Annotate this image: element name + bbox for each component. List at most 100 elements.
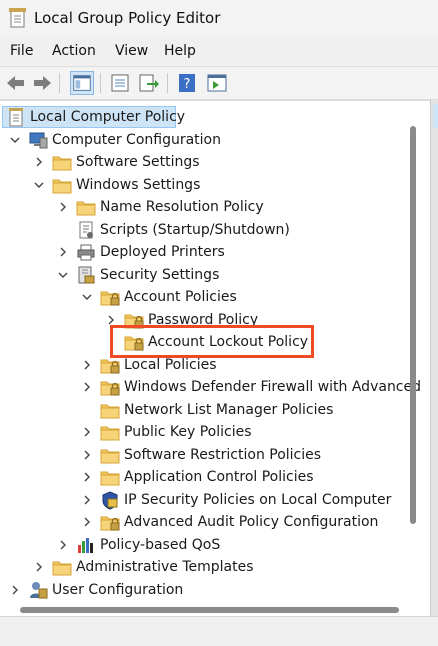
locked-folder-icon — [100, 516, 120, 531]
tree-node-account-lockout-policy[interactable]: Account Lockout Policy — [0, 331, 410, 353]
tree-node-label: Windows Settings — [76, 177, 201, 193]
tree-node-computer-configuration[interactable]: Computer Configuration — [0, 129, 410, 151]
tree-node-label: Policy-based QoS — [100, 537, 221, 553]
tree-node-label: Public Key Policies — [124, 424, 252, 440]
tree-node-local-policies[interactable]: Local Policies — [0, 354, 410, 376]
tree-node-label: Windows Defender Firewall with Advanced — [124, 379, 422, 395]
show-hide-console-tree-icon[interactable] — [70, 71, 94, 95]
forward-arrow-icon[interactable] — [30, 71, 54, 95]
printer-icon — [77, 244, 95, 261]
scripts-icon — [79, 221, 93, 239]
tree-node-application-control-policies[interactable]: Application Control Policies — [0, 466, 410, 488]
tree-node-label: Password Policy — [148, 312, 259, 328]
properties-icon[interactable] — [108, 71, 132, 95]
tree-node-public-key-policies[interactable]: Public Key Policies — [0, 421, 410, 443]
menu-help[interactable]: Help — [164, 43, 196, 59]
tree-node-label: Local Policies — [124, 357, 217, 373]
toolbar-separator — [167, 73, 168, 93]
chevron-right-icon[interactable] — [104, 313, 118, 327]
tree-node-local-computer-policy[interactable]: Local Computer Policy — [0, 106, 410, 128]
tree-node-ip-security-policies-on-local-computer[interactable]: IP Security Policies on Local Computer — [0, 489, 410, 511]
tree-node-label: Name Resolution Policy — [100, 199, 264, 215]
tree-node-account-policies[interactable]: Account Policies — [0, 286, 410, 308]
chevron-right-icon[interactable] — [32, 155, 46, 169]
chevron-right-icon[interactable] — [56, 200, 70, 214]
folder-icon — [52, 179, 72, 194]
menu-view[interactable]: View — [115, 43, 148, 59]
tree-node-security-settings[interactable]: Security Settings — [0, 264, 410, 286]
chevron-down-icon[interactable] — [80, 290, 94, 304]
chevron-right-icon[interactable] — [80, 515, 94, 529]
bar-chart-icon — [78, 538, 93, 553]
horizontal-scrollbar[interactable] — [20, 607, 399, 613]
tree-node-label: User Configuration — [52, 582, 184, 598]
chevron-down-icon[interactable] — [8, 133, 22, 147]
locked-folder-icon — [100, 291, 120, 306]
chevron-right-icon[interactable] — [80, 470, 94, 484]
tree-node-user-configuration[interactable]: User Configuration — [0, 579, 410, 601]
chevron-right-icon[interactable] — [80, 448, 94, 462]
locked-folder-icon — [124, 314, 144, 329]
security-settings-icon — [78, 266, 95, 284]
folder-icon — [100, 404, 120, 419]
tree-node-password-policy[interactable]: Password Policy — [0, 309, 410, 331]
menu-file[interactable]: File — [10, 43, 33, 59]
folder-icon — [52, 561, 72, 576]
tree-node-label: Advanced Audit Policy Configuration — [124, 514, 379, 530]
vertical-scrollbar[interactable] — [410, 126, 416, 524]
tree-node-label: Administrative Templates — [76, 559, 254, 575]
locked-folder-icon — [100, 381, 120, 396]
show-hide-action-pane-icon[interactable] — [205, 71, 229, 95]
tree-node-administrative-templates[interactable]: Administrative Templates — [0, 556, 410, 578]
status-bar — [0, 616, 438, 646]
chevron-right-icon[interactable] — [80, 358, 94, 372]
help-icon[interactable]: ? — [175, 71, 199, 95]
chevron-right-icon[interactable] — [80, 493, 94, 507]
tree-node-label: Local Computer Policy — [30, 109, 186, 125]
folder-icon — [100, 471, 120, 486]
folder-icon — [100, 426, 120, 441]
tree-node-windows-settings[interactable]: Windows Settings — [0, 174, 410, 196]
tree-node-label: Scripts (Startup/Shutdown) — [100, 222, 290, 238]
tree-node-label: IP Security Policies on Local Computer — [124, 492, 392, 508]
computer-icon — [29, 132, 48, 149]
tree-node-software-settings[interactable]: Software Settings — [0, 151, 410, 173]
tree-node-name-resolution-policy[interactable]: Name Resolution Policy — [0, 196, 410, 218]
locked-folder-icon — [124, 336, 144, 351]
chevron-right-icon[interactable] — [8, 583, 22, 597]
export-list-icon[interactable] — [137, 71, 161, 95]
tree-node-software-restriction-policies[interactable]: Software Restriction Policies — [0, 444, 410, 466]
chevron-down-icon[interactable] — [32, 178, 46, 192]
chevron-right-icon[interactable] — [80, 425, 94, 439]
chevron-down-icon[interactable] — [56, 268, 70, 282]
tree-node-policy-based-qos[interactable]: Policy-based QoS — [0, 534, 410, 556]
tree-node-scripts-startup-shutdown[interactable]: Scripts (Startup/Shutdown) — [0, 219, 410, 241]
user-icon — [30, 582, 48, 599]
folder-icon — [100, 449, 120, 464]
window-title: Local Group Policy Editor — [34, 9, 221, 27]
toolbar-separator — [59, 73, 60, 93]
details-pane-edge — [430, 100, 438, 616]
toolbar-separator — [100, 73, 101, 93]
back-arrow-icon[interactable] — [4, 71, 28, 95]
chevron-right-icon[interactable] — [32, 560, 46, 574]
tree-node-label: Account Policies — [124, 289, 237, 305]
tree-node-advanced-audit-policy-configuration[interactable]: Advanced Audit Policy Configuration — [0, 511, 410, 533]
policy-document-icon — [9, 8, 26, 28]
tree-node-label: Software Restriction Policies — [124, 447, 322, 463]
title-bar: Local Group Policy Editor — [0, 0, 438, 36]
tree-node-label: Software Settings — [76, 154, 200, 170]
menu-action[interactable]: Action — [52, 43, 96, 59]
tree-node-label: Computer Configuration — [52, 132, 221, 148]
chevron-right-icon[interactable] — [56, 538, 70, 552]
tree-node-network-list-manager-policies[interactable]: Network List Manager Policies — [0, 399, 410, 421]
tree-node-deployed-printers[interactable]: Deployed Printers — [0, 241, 410, 263]
tree-node-label: Application Control Policies — [124, 469, 314, 485]
chevron-right-icon[interactable] — [80, 380, 94, 394]
menu-bar: File Action View Help — [0, 40, 438, 64]
folder-icon — [52, 156, 72, 171]
tree-node-label: Deployed Printers — [100, 244, 225, 260]
svg-text:?: ? — [184, 77, 191, 92]
chevron-right-icon[interactable] — [56, 245, 70, 259]
tree-node-windows-defender-firewall-with-advanced[interactable]: Windows Defender Firewall with Advanced — [0, 376, 421, 398]
